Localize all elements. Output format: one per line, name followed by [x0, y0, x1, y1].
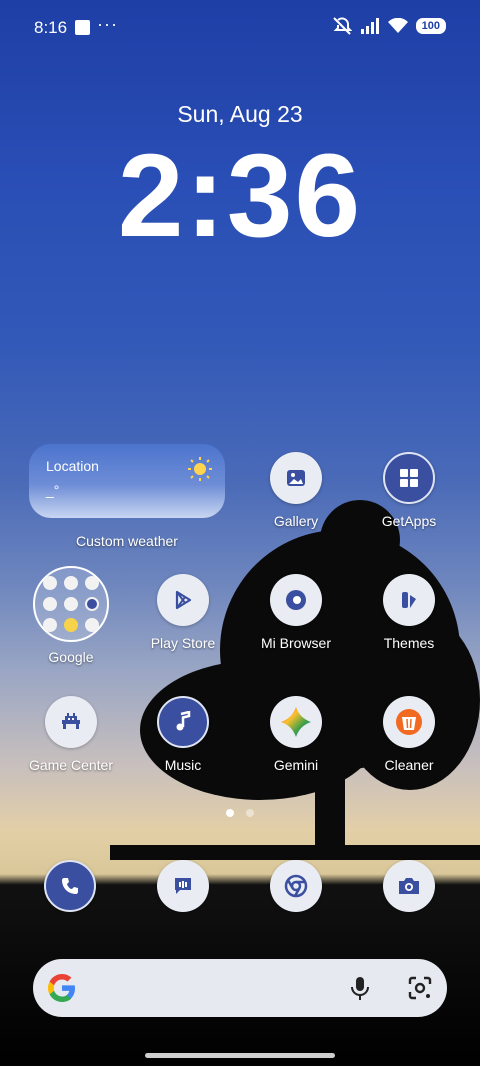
vibrate-off-icon	[332, 17, 352, 35]
date-label: Sun, Aug 23	[177, 101, 303, 127]
app-gallery[interactable]: Gallery	[240, 452, 352, 529]
camera-icon	[383, 860, 435, 912]
dock-phone[interactable]	[44, 860, 96, 912]
google-lens-icon[interactable]	[407, 975, 433, 1001]
app-cleaner[interactable]: Cleaner	[353, 696, 465, 773]
app-themes[interactable]: Themes	[353, 574, 465, 651]
tree-silhouette	[110, 500, 480, 860]
app-game-center[interactable]: Game Center	[15, 696, 127, 773]
cleaner-icon	[383, 696, 435, 748]
google-logo-icon	[48, 974, 75, 1002]
signal-icon	[360, 18, 379, 34]
themes-icon	[383, 574, 435, 626]
app-getapps[interactable]: GetApps	[353, 452, 465, 529]
app-mi-browser[interactable]: Mi Browser	[240, 574, 352, 651]
google-search-bar[interactable]	[33, 959, 447, 1017]
folder-google[interactable]: Google	[15, 566, 127, 665]
play-store-icon	[157, 574, 209, 626]
status-time: 8:16	[34, 18, 68, 37]
dock-chrome[interactable]	[270, 860, 322, 912]
wifi-icon	[387, 18, 408, 33]
page-indicator[interactable]	[246, 809, 254, 817]
app-play-store[interactable]: Play Store	[127, 574, 239, 651]
app-gemini[interactable]: Gemini	[240, 696, 352, 773]
game-center-icon	[45, 696, 97, 748]
phone-icon	[44, 860, 96, 912]
dock-messages[interactable]	[157, 860, 209, 912]
weather-widget[interactable]: Location _°	[29, 444, 225, 518]
app-music[interactable]: Music	[127, 696, 239, 773]
page-indicator-active[interactable]	[226, 809, 234, 817]
chrome-icon	[270, 860, 322, 912]
getapps-icon	[383, 452, 435, 504]
microphone-icon[interactable]	[349, 975, 371, 1001]
weather-caption: Custom weather	[76, 533, 178, 549]
weather-location: Location	[46, 458, 99, 474]
dock-camera[interactable]	[383, 860, 435, 912]
gallery-icon	[270, 452, 322, 504]
sun-icon	[188, 457, 212, 481]
battery-indicator: 100	[415, 18, 446, 34]
clock[interactable]: 2:36	[0, 128, 480, 264]
status-bar: 8:16 ··· 100	[0, 0, 480, 56]
mi-browser-icon	[270, 574, 322, 626]
more-notifications-icon: ···	[97, 14, 118, 34]
music-icon	[157, 696, 209, 748]
messages-icon	[157, 860, 209, 912]
notification-icon	[75, 20, 90, 35]
home-gesture-indicator[interactable]	[145, 1053, 335, 1058]
gemini-icon	[270, 696, 322, 748]
google-folder-icon	[33, 566, 109, 642]
weather-temperature: _°	[46, 482, 60, 498]
